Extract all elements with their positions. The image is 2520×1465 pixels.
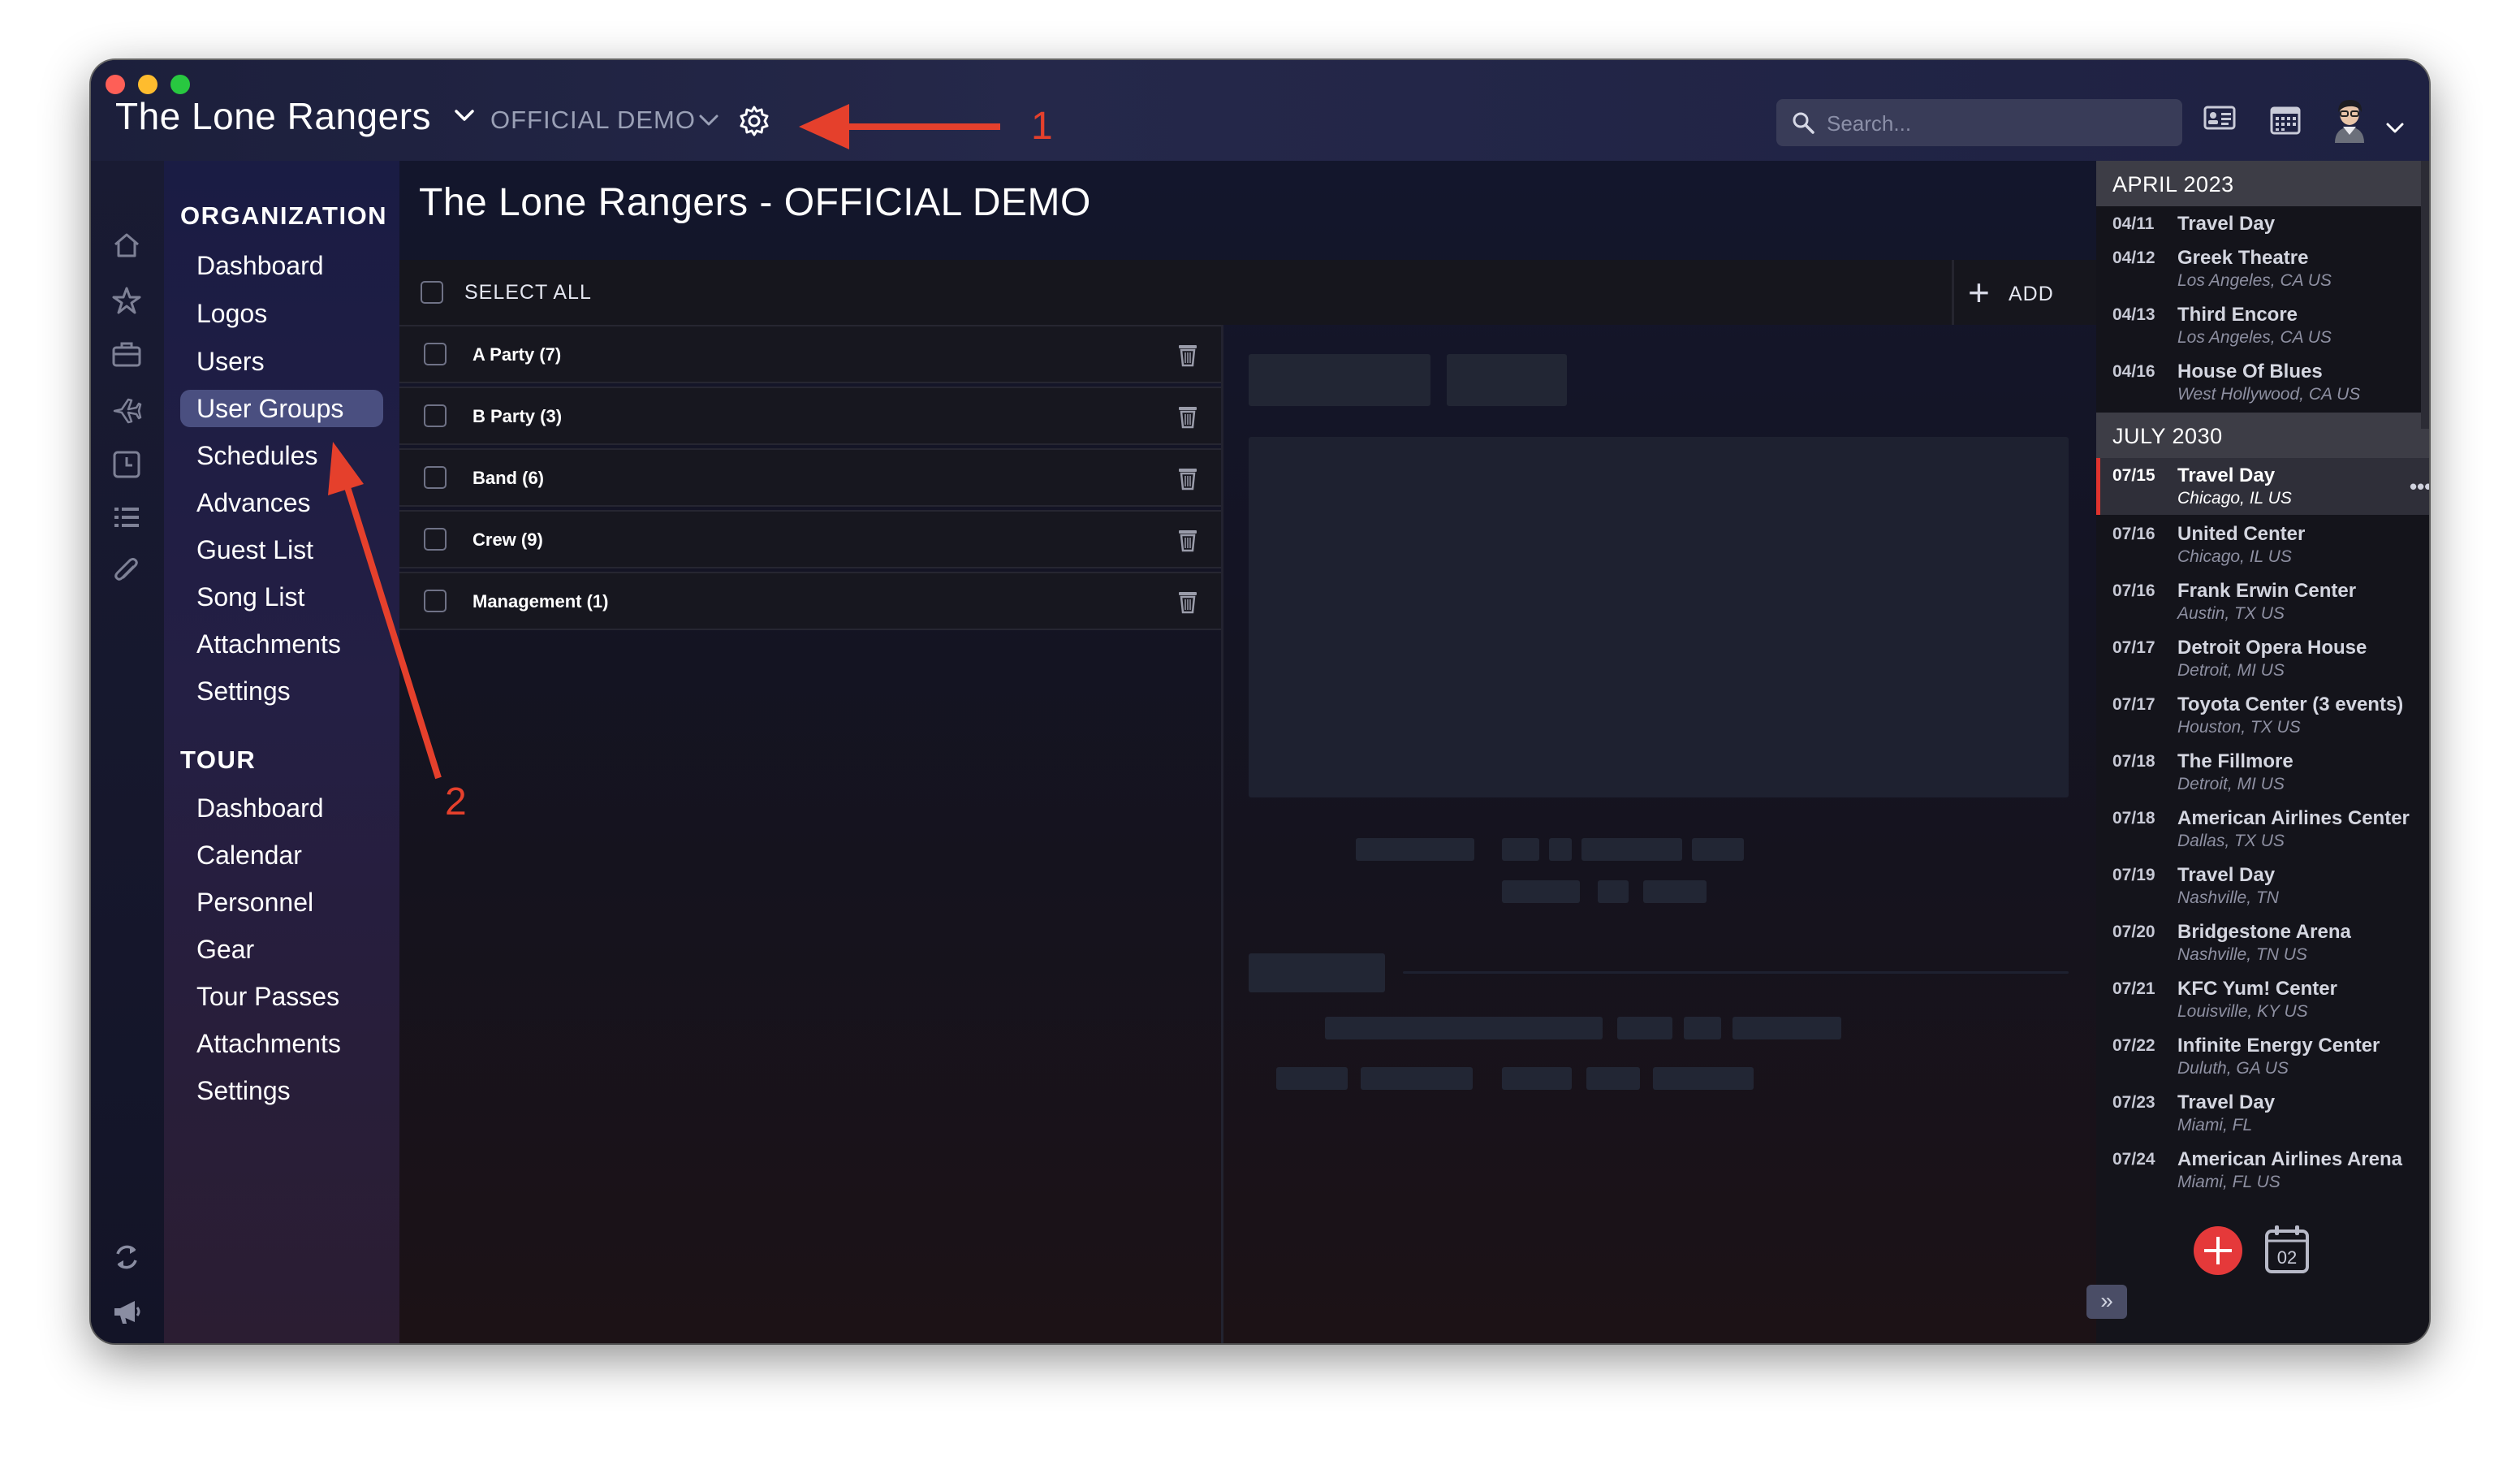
annotation-overlay bbox=[328, 104, 1000, 780]
annotation-number-1: 1 bbox=[1031, 105, 1053, 148]
annotation-number-2: 2 bbox=[445, 780, 467, 823]
